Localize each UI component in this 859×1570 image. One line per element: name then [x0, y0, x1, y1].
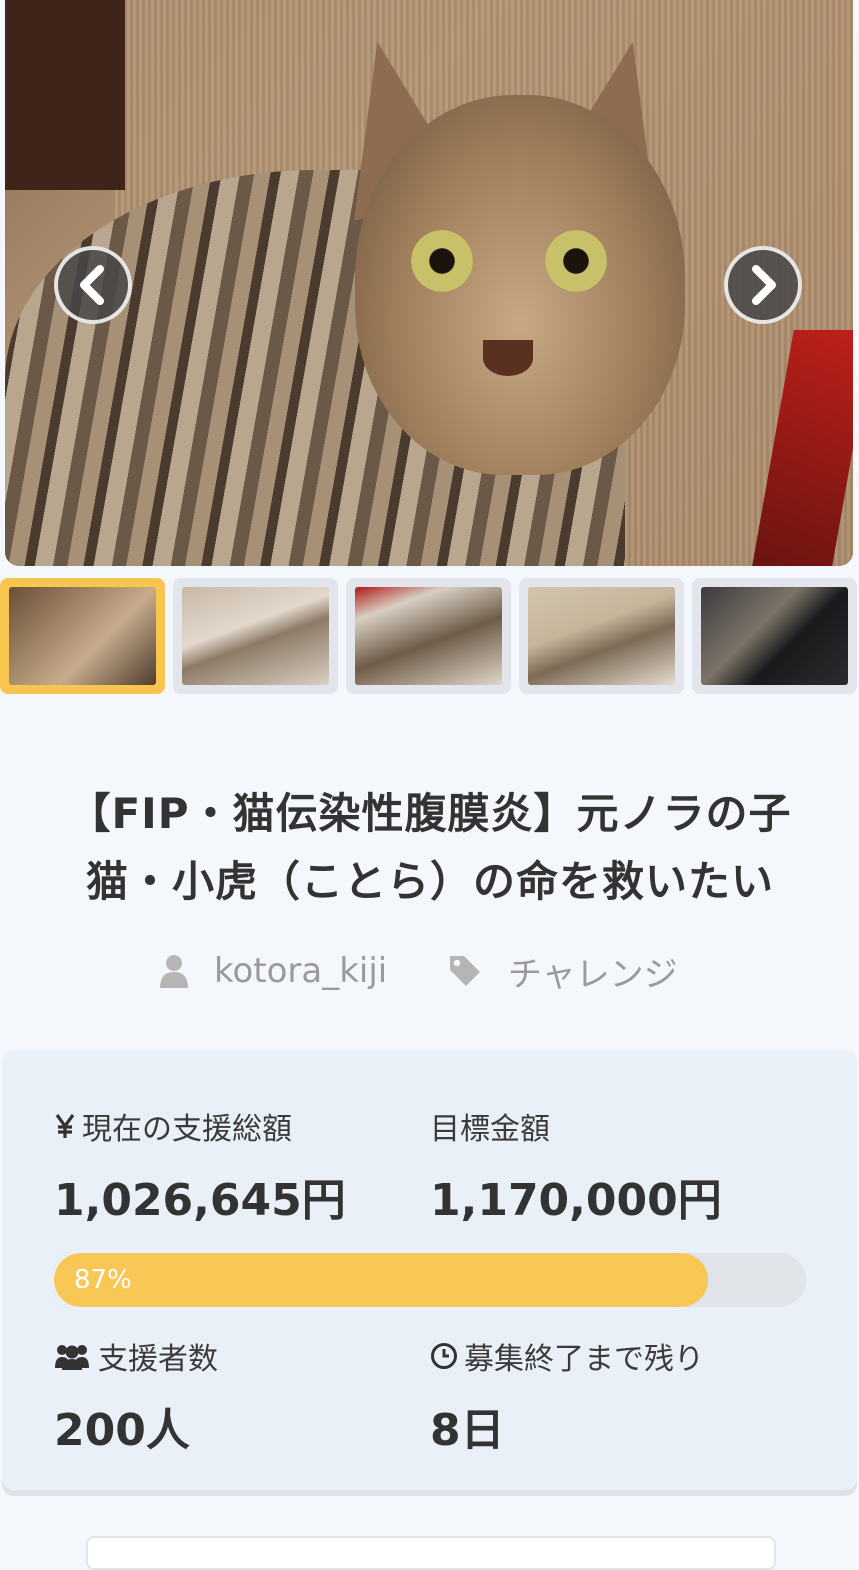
progress-percent: 87% [74, 1265, 132, 1295]
thumbnail-3[interactable] [346, 578, 511, 694]
project-meta: kotora_kiji チャレンジ [0, 946, 859, 996]
current-amount-label: 現在の支援総額 [54, 1104, 292, 1148]
thumbnail-2[interactable] [173, 578, 338, 694]
thumbnail-5[interactable] [692, 578, 857, 694]
progress-fill: 87% [54, 1253, 709, 1307]
remaining-label: 募集終了まで残り [430, 1334, 704, 1378]
yen-icon [55, 1114, 75, 1138]
author-name: kotora_kiji [214, 951, 388, 991]
gallery-prev-button[interactable] [54, 246, 132, 324]
supporters-label: 支援者数 [54, 1334, 218, 1378]
thumbnail-1[interactable] [0, 578, 165, 694]
tag-icon [450, 956, 480, 986]
category-name: チャレンジ [508, 954, 678, 995]
category-link[interactable]: チャレンジ [448, 946, 678, 996]
gallery-next-button[interactable] [724, 246, 802, 324]
thumbnail-strip [0, 578, 859, 694]
goal-amount-label: 目標金額 [430, 1112, 550, 1147]
funding-stats-card: 現在の支援総額 1,026,645円 目標金額 1,170,000円 87% 支… [2, 1050, 857, 1490]
chevron-left-icon [80, 265, 104, 305]
user-icon [160, 955, 188, 988]
supporters-value: 200人 [54, 1405, 190, 1456]
next-section-box [86, 1536, 776, 1570]
clock-icon [431, 1343, 457, 1369]
goal-amount-value: 1,170,000円 [430, 1175, 722, 1226]
users-icon [55, 1345, 89, 1370]
author-link[interactable]: kotora_kiji [160, 946, 387, 996]
project-title: 【FIP・猫伝染性腹膜炎】元ノラの子猫・小虎（ことら）の命を救いたい [68, 789, 792, 906]
remaining-value: 8日 [430, 1405, 505, 1456]
current-amount-value: 1,026,645円 [54, 1175, 346, 1226]
progress-bar: 87% [54, 1253, 806, 1307]
chevron-right-icon [752, 265, 776, 305]
thumbnail-4[interactable] [519, 578, 684, 694]
